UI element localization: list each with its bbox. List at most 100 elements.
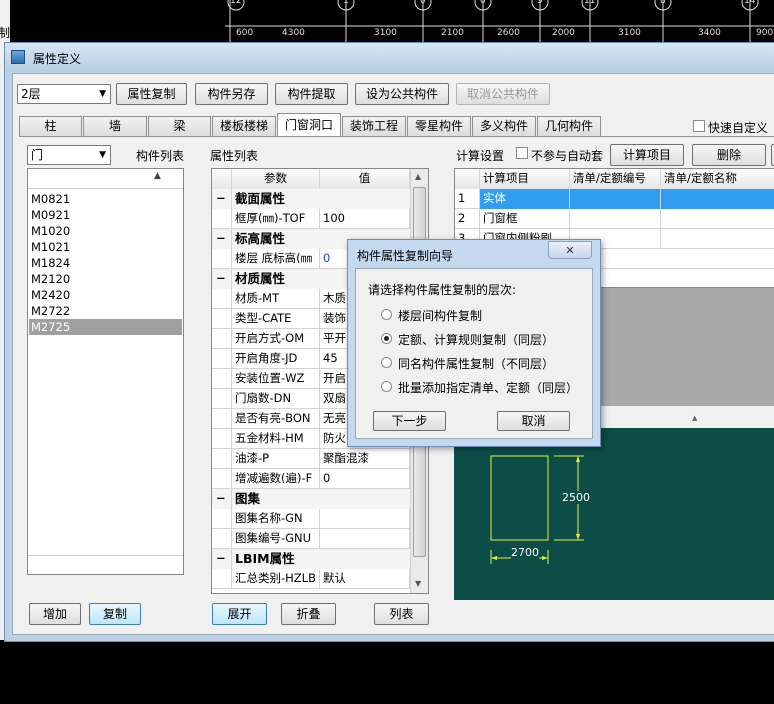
scroll-down-icon[interactable]: ▼ xyxy=(415,579,421,588)
dialog-title: 构件属性复制向导 xyxy=(357,249,454,263)
property-value[interactable] xyxy=(320,529,410,549)
left-strip-text: 制 xyxy=(0,26,11,40)
property-name: 门扇数-DN xyxy=(232,389,320,409)
calc-row-item[interactable]: 实体 xyxy=(480,189,570,209)
option-label[interactable]: 定额、计算规则复制（同层） xyxy=(398,331,554,348)
option-radio-floor-copy[interactable] xyxy=(381,309,392,320)
row-indent xyxy=(212,529,232,549)
window-title: 属性定义 xyxy=(33,52,82,66)
row-indent xyxy=(212,389,232,409)
component-list-item[interactable]: M1824 xyxy=(31,255,181,271)
cad-canvas-top: 12 1 0 0 9 11 8 14 600 4300 3100 2100 26… xyxy=(0,0,774,44)
add-component-button[interactable]: 增加 xyxy=(29,603,81,625)
row-indent xyxy=(212,409,232,429)
copy-property-button[interactable]: 属性复制 xyxy=(116,83,187,105)
header-quota-name: 清单/定额名称 xyxy=(661,169,774,189)
property-group-label: 截面属性 xyxy=(232,189,410,209)
component-list-item-selected[interactable]: M2725 xyxy=(29,319,182,335)
tab-door-window[interactable]: 门窗洞口 xyxy=(277,113,341,136)
calc-row-name[interactable] xyxy=(661,189,774,209)
property-value[interactable] xyxy=(320,509,410,529)
tab-column[interactable]: 柱 xyxy=(19,116,82,136)
copy-component-button[interactable]: 复制 xyxy=(89,603,141,625)
component-list-item[interactable]: M0921 xyxy=(31,207,181,223)
component-list-item[interactable]: M1020 xyxy=(31,223,181,239)
dialog-cancel-button[interactable]: 取消 xyxy=(497,411,570,431)
calc-row-code[interactable] xyxy=(570,209,661,229)
copy-wizard-dialog: 构件属性复制向导 ✕ 请选择构件属性复制的层次: 楼层间构件复制 定额、计算规则… xyxy=(347,239,601,447)
collapse-toggle-icon[interactable]: − xyxy=(212,269,232,289)
row-indent xyxy=(212,349,232,369)
expand-button[interactable]: 展开 xyxy=(212,603,267,625)
collapse-toggle-icon[interactable]: − xyxy=(212,189,232,209)
property-list-title: 属性列表 xyxy=(210,149,259,163)
set-public-component-button[interactable]: 设为公共构件 xyxy=(355,83,449,105)
app-icon xyxy=(11,50,25,64)
calc-row-name[interactable] xyxy=(661,229,774,249)
no-auto-apply-checkbox[interactable] xyxy=(516,147,528,159)
property-row[interactable]: 图集编号-GNU xyxy=(212,529,410,549)
dialog-close-button[interactable]: ✕ xyxy=(548,241,592,259)
property-group-row[interactable]: − 图集 xyxy=(212,489,410,509)
tab-slab-stairs[interactable]: 楼板楼梯 xyxy=(212,116,276,136)
option-label[interactable]: 同名构件属性复制（不同层） xyxy=(398,355,554,372)
property-row[interactable]: 增减遍数(遍)-F 0 xyxy=(212,469,410,489)
cad-dimension: 2100 xyxy=(441,28,464,38)
save-as-component-button[interactable]: 构件另存 xyxy=(195,83,268,105)
cad-dimension: 4300 xyxy=(282,28,305,38)
property-group-row[interactable]: − LBIM属性 xyxy=(212,549,410,569)
calc-row-name[interactable] xyxy=(661,209,774,229)
collapse-toggle-icon[interactable]: − xyxy=(212,489,232,509)
property-value[interactable]: 聚酯混漆 xyxy=(320,449,410,469)
component-list-item[interactable]: M2420 xyxy=(31,287,181,303)
extract-component-button[interactable]: 构件提取 xyxy=(275,83,348,105)
next-button[interactable]: 下一步 xyxy=(373,411,446,431)
option-radio-same-name-copy[interactable] xyxy=(381,357,392,368)
option-radio-batch-add[interactable] xyxy=(381,381,392,392)
dialog-client: 请选择构件属性复制的层次: 楼层间构件复制 定额、计算规则复制（同层） 同名构件… xyxy=(355,268,593,439)
tab-wall[interactable]: 墙 xyxy=(83,116,147,136)
chevron-down-icon: ▼ xyxy=(99,150,106,160)
floor-select[interactable]: 2层 ▼ xyxy=(17,84,111,104)
property-value[interactable]: 100 xyxy=(320,209,410,229)
property-row[interactable]: 油漆-P 聚酯混漆 xyxy=(212,449,410,469)
option-label[interactable]: 批量添加指定清单、定额（同层） xyxy=(398,379,578,396)
option-radio-quota-copy[interactable] xyxy=(381,333,392,344)
calc-row[interactable]: 1 实体 xyxy=(455,189,774,209)
tab-misc[interactable]: 零星构件 xyxy=(407,116,471,136)
tab-multi[interactable]: 多义构件 xyxy=(472,116,536,136)
calc-row-code[interactable] xyxy=(570,189,661,209)
property-value[interactable]: 默认 xyxy=(320,569,410,589)
component-list-item[interactable]: M1021 xyxy=(31,239,181,255)
dialog-prompt: 请选择构件属性复制的层次: xyxy=(368,283,517,297)
component-filter-bar[interactable]: ▲ xyxy=(28,169,183,189)
component-list-item[interactable]: M2722 xyxy=(31,303,181,319)
calc-row-index: 1 xyxy=(455,189,480,209)
calc-items-button[interactable]: 计算项目 xyxy=(610,144,684,166)
tab-geometry[interactable]: 几何构件 xyxy=(537,116,601,136)
property-row[interactable]: 汇总类别-HZLB 默认 xyxy=(212,569,410,589)
option-label[interactable]: 楼层间构件复制 xyxy=(398,307,482,324)
property-name: 增减遍数(遍)-F xyxy=(232,469,320,489)
collapse-toggle-icon[interactable]: − xyxy=(212,549,232,569)
scroll-up-icon[interactable]: ▲ xyxy=(415,172,421,181)
cad-dimension: 3100 xyxy=(618,28,641,38)
tab-beam[interactable]: 梁 xyxy=(148,116,211,136)
list-button[interactable]: 列表 xyxy=(374,603,429,625)
property-row[interactable]: 图集名称-GN xyxy=(212,509,410,529)
collapse-button[interactable]: 折叠 xyxy=(281,603,336,625)
property-row[interactable]: 框厚(㎜)-TOF 100 xyxy=(212,209,410,229)
calc-row[interactable]: 2 门窗框 xyxy=(455,209,774,229)
collapse-toggle-icon[interactable]: − xyxy=(212,229,232,249)
calc-row-item[interactable]: 门窗框 xyxy=(480,209,570,229)
quick-custom-checkbox[interactable] xyxy=(693,120,705,132)
component-type-select[interactable]: 门 ▼ xyxy=(27,145,111,165)
list-bottom-scroll[interactable] xyxy=(28,555,183,574)
component-list-item[interactable]: M0821 xyxy=(31,191,181,207)
window-titlebar[interactable]: 属性定义 xyxy=(5,43,774,71)
component-list-item[interactable]: M2120 xyxy=(31,271,181,287)
property-group-row[interactable]: − 截面属性 xyxy=(212,189,410,209)
property-value[interactable]: 0 xyxy=(320,469,410,489)
tab-decoration[interactable]: 装饰工程 xyxy=(342,116,406,136)
delete-button[interactable]: 删除 xyxy=(692,144,766,166)
